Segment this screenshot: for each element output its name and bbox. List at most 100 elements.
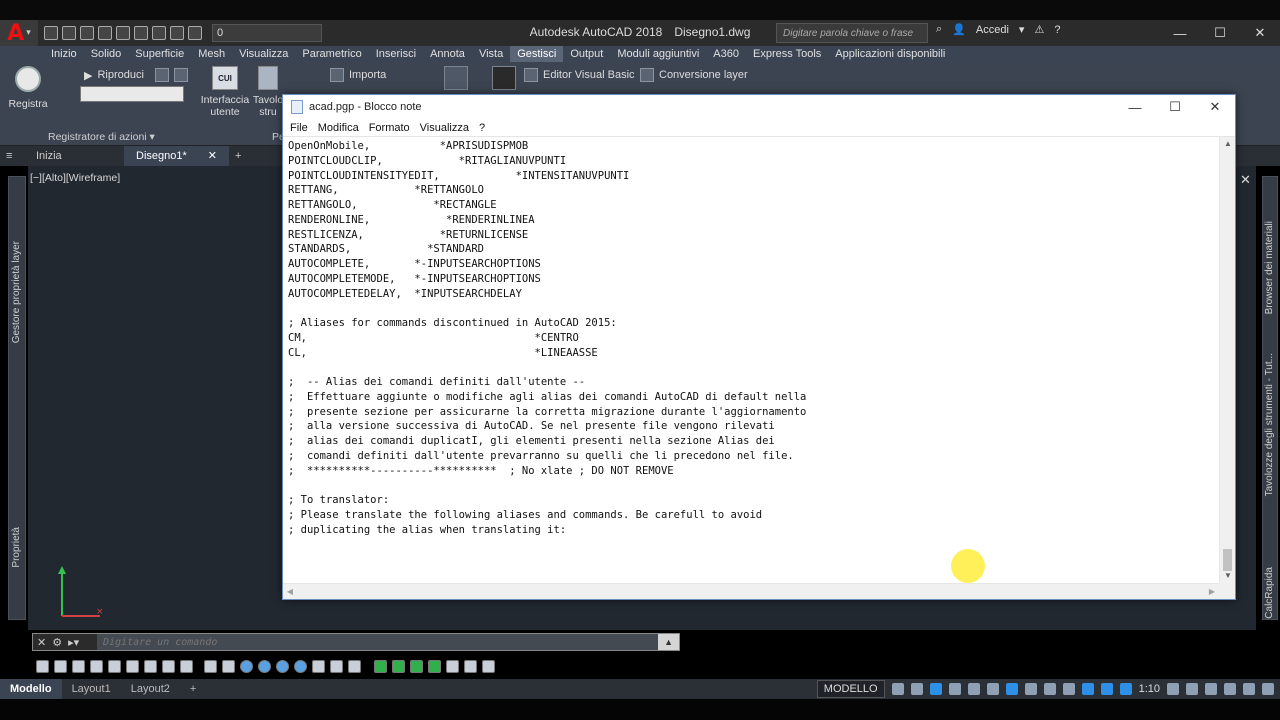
command-input[interactable]: [97, 634, 659, 650]
command-prompt-icon[interactable]: ▸▾: [68, 636, 79, 649]
notepad-menu-item[interactable]: ?: [474, 122, 490, 134]
new-file-icon[interactable]: [44, 26, 58, 40]
ucs-face-icon[interactable]: [446, 659, 459, 673]
ribbon-tab-gestisci[interactable]: Gestisci: [510, 46, 564, 62]
torus-icon[interactable]: [126, 659, 139, 673]
ucs-view-icon[interactable]: [464, 659, 477, 673]
annotation-monitor-icon[interactable]: [1186, 683, 1198, 695]
notepad-close-button[interactable]: ✕: [1195, 95, 1235, 119]
cone-icon[interactable]: [72, 659, 85, 673]
print-icon[interactable]: [116, 26, 130, 40]
right-palette-bar[interactable]: Browser dei materiali Tavolozze degli st…: [1262, 176, 1278, 620]
open-file-icon[interactable]: [62, 26, 76, 40]
add-layout-button[interactable]: +: [180, 679, 206, 699]
notepad-vertical-scrollbar[interactable]: ▲ ▼: [1219, 137, 1235, 583]
scroll-up-icon[interactable]: ▲: [1220, 137, 1236, 151]
clean-screen-icon[interactable]: [1243, 683, 1255, 695]
macro-dropdown[interactable]: [80, 86, 184, 102]
dynamic-input-icon[interactable]: [929, 683, 942, 695]
new-tab-button[interactable]: +: [229, 146, 253, 166]
scroll-thumb[interactable]: [1223, 549, 1232, 571]
notepad-menu-item[interactable]: Modifica: [313, 122, 364, 134]
ribbon-tab-express-tools[interactable]: Express Tools: [746, 46, 828, 62]
scroll-down-icon[interactable]: ▼: [1220, 569, 1236, 583]
ribbon-tab-visualizza[interactable]: Visualizza: [232, 46, 295, 62]
layer-translator-button[interactable]: Conversione layer: [640, 68, 748, 82]
workspace-gear-icon[interactable]: [1167, 683, 1179, 695]
undo-icon[interactable]: [134, 26, 148, 40]
union-icon[interactable]: [204, 659, 217, 673]
selection-cycling-icon[interactable]: [1081, 683, 1094, 695]
help-icon[interactable]: ?: [1054, 24, 1060, 36]
customization-icon[interactable]: [1262, 683, 1274, 695]
ribbon-tab-output[interactable]: Output: [563, 46, 610, 62]
close-tab-icon[interactable]: ✕: [208, 146, 217, 166]
ribbon-tab-annota[interactable]: Annota: [423, 46, 472, 62]
dimension-icon[interactable]: [330, 659, 343, 673]
record-button[interactable]: Registra: [8, 66, 48, 110]
search-icon[interactable]: ⌕: [936, 23, 942, 36]
grid-icon[interactable]: [891, 683, 904, 695]
vba-editor-button[interactable]: Editor Visual Basic: [524, 68, 635, 82]
annotation-scale[interactable]: 1:10: [1139, 683, 1160, 695]
scroll-left-icon[interactable]: ◀: [283, 584, 297, 600]
cylinder-icon[interactable]: [108, 659, 121, 673]
measure-icon[interactable]: [348, 659, 361, 673]
doc-tab-drawing1[interactable]: Disegno1* ✕: [124, 146, 229, 166]
share-icon[interactable]: [170, 26, 184, 40]
tab-model[interactable]: Modello: [0, 679, 62, 699]
save-as-icon[interactable]: [98, 26, 112, 40]
ucs-3point-icon[interactable]: [410, 659, 423, 673]
hardware-acceleration-icon[interactable]: [1224, 683, 1236, 695]
notepad-text-area[interactable]: OpenOnMobile, *APRISUDISPMOB POINTCLOUDCL…: [283, 137, 1219, 583]
maximize-button[interactable]: ☐: [1200, 20, 1240, 46]
user-interface-button[interactable]: CUI Interfaccia utente: [200, 66, 250, 118]
doc-tab-start[interactable]: Inizia: [24, 146, 124, 166]
sphere-icon[interactable]: [90, 659, 103, 673]
cart-icon[interactable]: ▾: [1019, 23, 1025, 36]
help-search-input[interactable]: Digitare parola chiave o frase: [776, 23, 928, 43]
ribbon-tab-superficie[interactable]: Superficie: [128, 46, 191, 62]
isodraft-icon[interactable]: [986, 683, 999, 695]
realistic-sphere-icon[interactable]: [276, 659, 289, 673]
notepad-menu-item[interactable]: Visualizza: [415, 122, 474, 134]
layer-dropdown[interactable]: 0: [212, 24, 322, 42]
subtract-icon[interactable]: [222, 659, 235, 673]
polar-icon[interactable]: [967, 683, 980, 695]
polysolid-icon[interactable]: [162, 659, 175, 673]
notepad-window[interactable]: acad.pgp - Blocco note — ☐ ✕ File Modific…: [282, 94, 1236, 600]
viewport-controls[interactable]: [−][Alto][Wireframe]: [30, 172, 120, 184]
left-palette-bar[interactable]: Gestore proprietà layer Proprietà: [8, 176, 26, 620]
annotation-visibility-icon[interactable]: [1100, 683, 1113, 695]
notepad-minimize-button[interactable]: —: [1115, 95, 1155, 119]
cad-standards-icon[interactable]: [444, 66, 468, 90]
minimize-button[interactable]: —: [1160, 20, 1200, 46]
ucs-world-icon[interactable]: [374, 659, 387, 673]
tab-menu-icon[interactable]: ≡: [0, 146, 24, 166]
conceptual-sphere-icon[interactable]: [294, 659, 307, 673]
text-icon[interactable]: [312, 659, 325, 673]
ribbon-tab-a360[interactable]: A360: [706, 46, 746, 62]
close-button[interactable]: ✕: [1240, 20, 1280, 46]
lineweight-icon[interactable]: [1043, 683, 1056, 695]
properties-palette-label[interactable]: Proprietà: [11, 527, 22, 568]
tool-palettes-button[interactable]: Tavolo stru: [252, 66, 284, 118]
box-icon[interactable]: [36, 659, 49, 673]
notepad-menu-item[interactable]: Formato: [364, 122, 415, 134]
save-icon[interactable]: [80, 26, 94, 40]
action-recorder-panel-label[interactable]: Registratore di azioni ▾: [48, 131, 155, 143]
object-snap-icon[interactable]: [1024, 683, 1037, 695]
render-sphere-icon[interactable]: [240, 659, 253, 673]
quickcalc-label[interactable]: CalcRapida: [1264, 567, 1275, 619]
redo-icon[interactable]: [152, 26, 166, 40]
ucs-origin-icon[interactable]: [392, 659, 405, 673]
ribbon-tab-mesh[interactable]: Mesh: [191, 46, 232, 62]
notepad-content[interactable]: OpenOnMobile, *APRISUDISPMOB POINTCLOUDCL…: [288, 139, 806, 537]
lightbulb-icon[interactable]: [188, 26, 202, 40]
record-options-icon[interactable]: [154, 68, 169, 82]
object-snap-tracking-icon[interactable]: [1005, 683, 1018, 695]
ribbon-tab-parametrico[interactable]: Parametrico: [295, 46, 368, 62]
ribbon-tab-applicazioni-disponibili[interactable]: Applicazioni disponibili: [828, 46, 952, 62]
replay-button[interactable]: ▶ Riproduci: [84, 68, 188, 82]
scroll-right-icon[interactable]: ▶: [1205, 584, 1219, 600]
